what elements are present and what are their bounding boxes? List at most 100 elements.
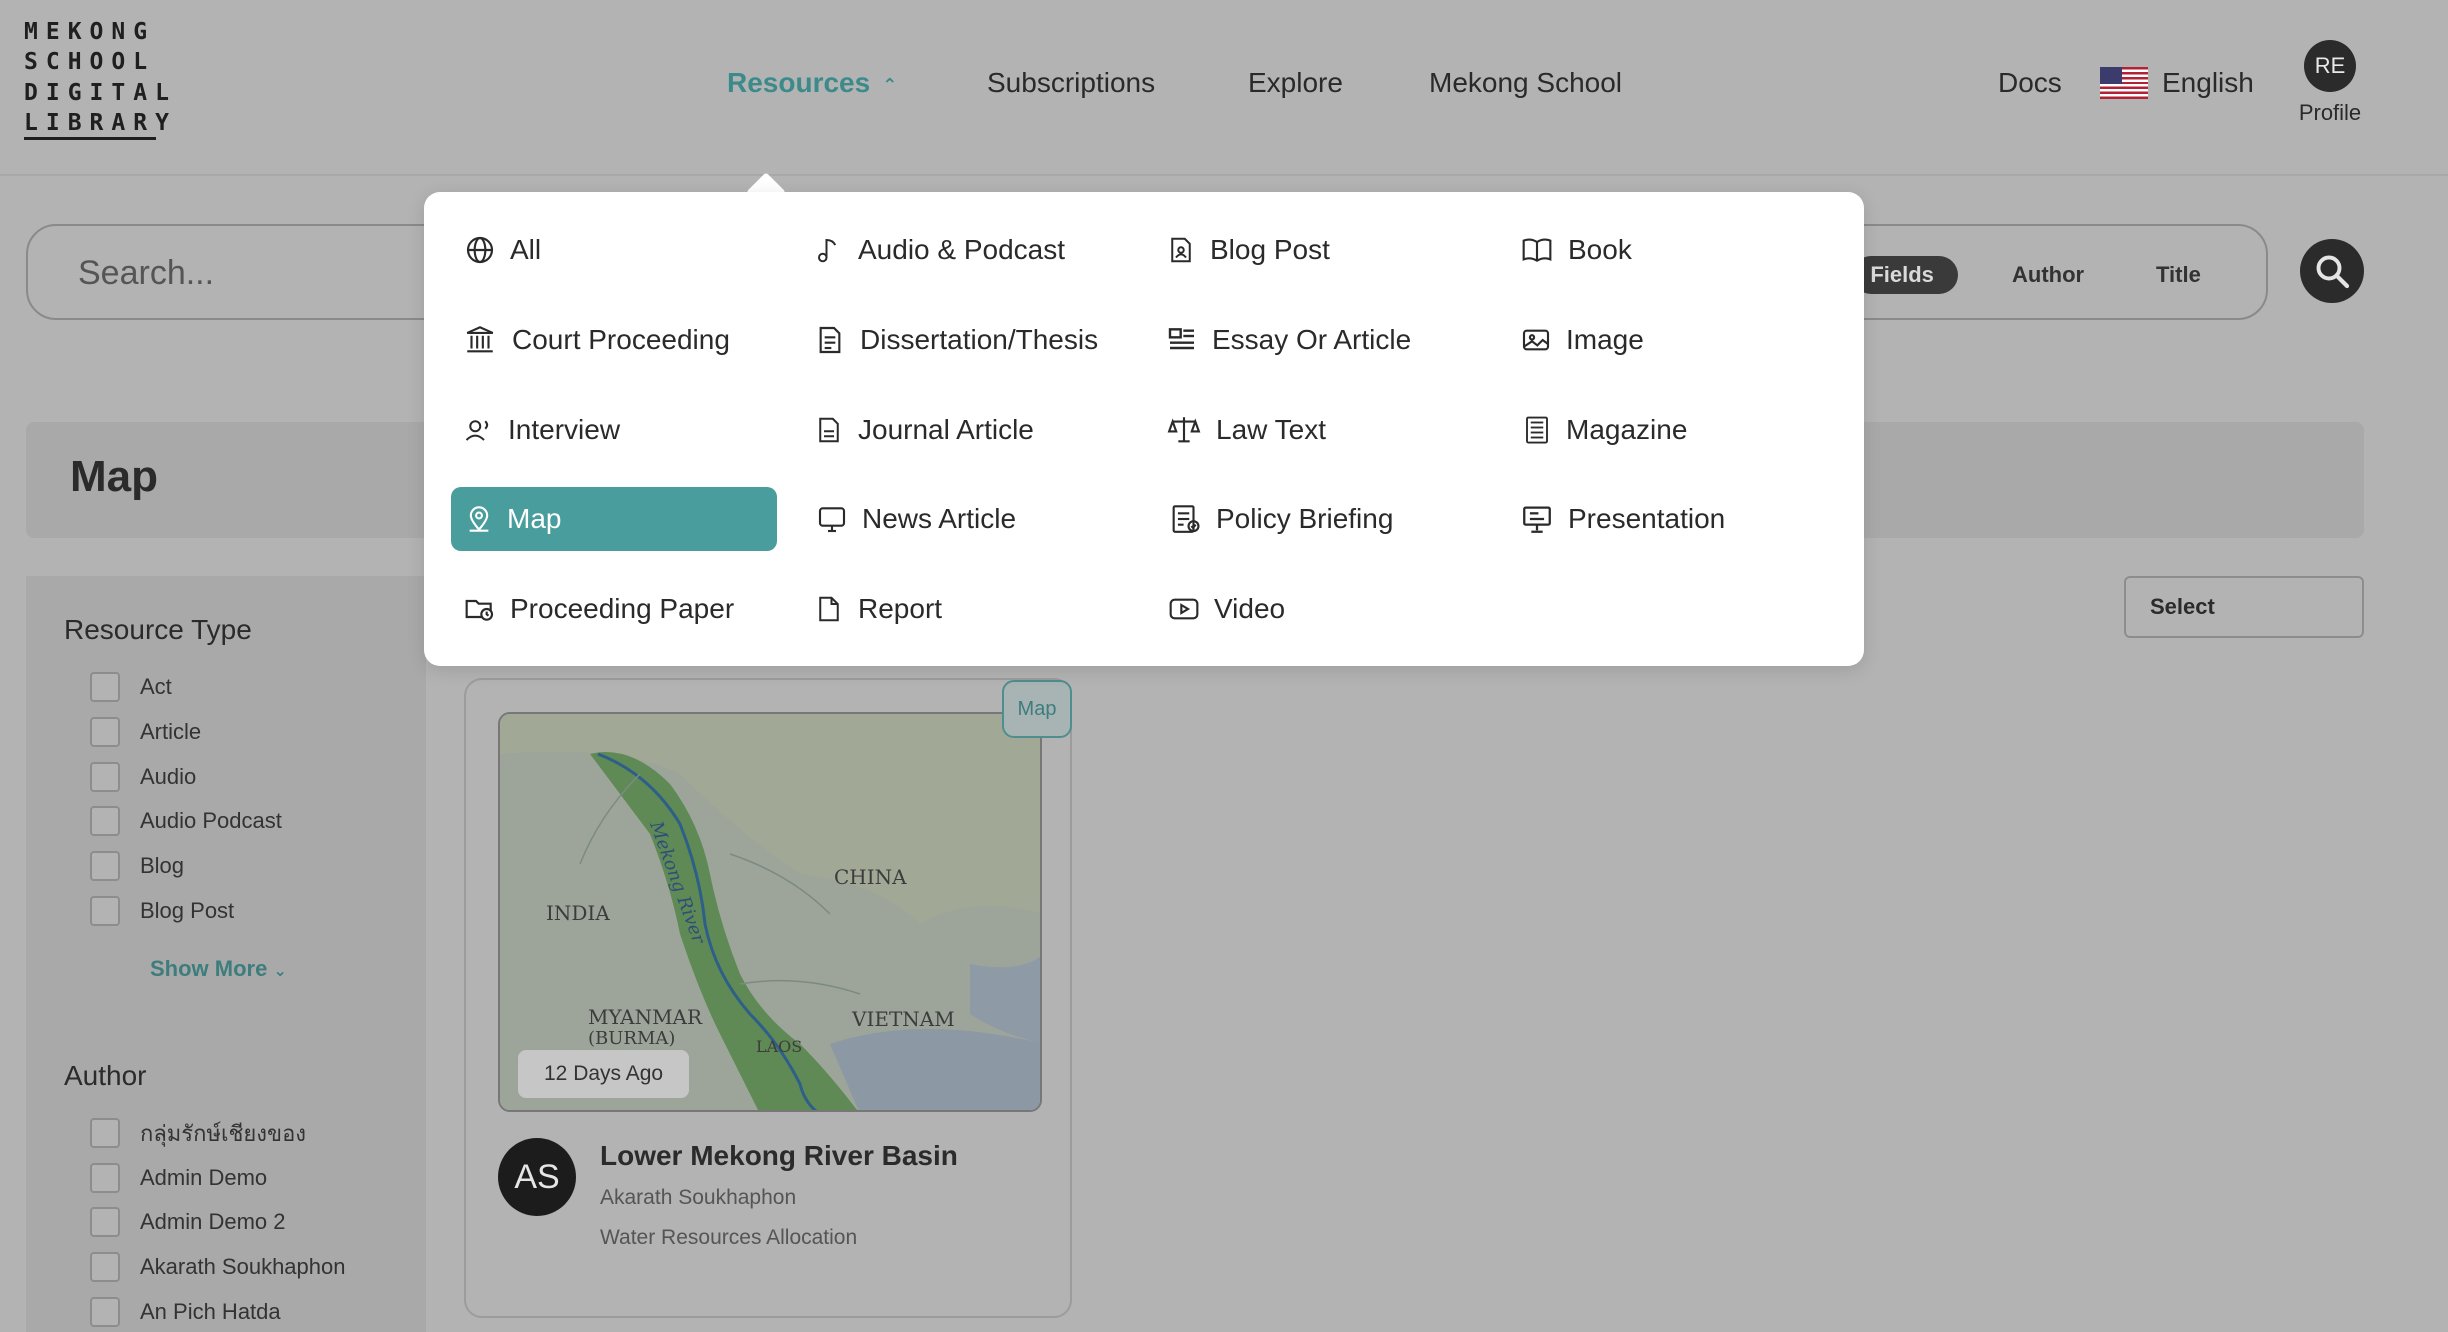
checkbox[interactable]	[90, 1207, 120, 1237]
map-thumbnail[interactable]: Mekong River CHINA INDIA MYANMAR (BURMA)…	[498, 712, 1042, 1112]
filter-author-item[interactable]: กลุ่มรักษ์เชียงของ	[90, 1118, 306, 1148]
filter-resource-type-item[interactable]: Audio	[90, 762, 196, 792]
filter-resource-type-item[interactable]: Act	[90, 672, 172, 702]
checkbox[interactable]	[90, 896, 120, 926]
resource-card[interactable]: Mekong River CHINA INDIA MYANMAR (BURMA)…	[464, 678, 1072, 1318]
profile-menu[interactable]: RE Profile	[2292, 40, 2368, 126]
language-selector[interactable]: English	[2100, 62, 2254, 104]
filter-label: Admin Demo 2	[140, 1209, 286, 1234]
menu-item-map[interactable]: Map	[451, 487, 777, 551]
sort-select[interactable]: Select	[2124, 576, 2364, 638]
date-badge: 12 Days Ago	[518, 1050, 690, 1098]
menu-item-essay-or-article[interactable]: Essay Or Article	[1166, 308, 1411, 372]
show-more-button[interactable]: Show More ⌄	[150, 956, 287, 982]
search-field-title[interactable]: Title	[2156, 256, 2201, 294]
filter-author-item[interactable]: Admin Demo 2	[90, 1207, 286, 1237]
menu-item-label: Essay Or Article	[1212, 324, 1412, 355]
image-icon	[1522, 329, 1550, 351]
filter-label: Admin Demo	[140, 1165, 268, 1190]
menu-item-journal-article[interactable]: Journal Article	[814, 398, 1034, 462]
checkbox[interactable]	[90, 672, 120, 702]
nav-docs[interactable]: Docs	[1998, 62, 2062, 104]
document-person-icon	[1171, 237, 1191, 263]
chevron-up-icon: ⌃	[882, 74, 898, 95]
checkbox[interactable]	[90, 717, 120, 747]
checkbox[interactable]	[90, 1163, 120, 1193]
nav-resources[interactable]: Resources ⌃	[727, 62, 897, 106]
menu-item-image[interactable]: Image	[1520, 308, 1644, 372]
top-header: MEKONG SCHOOL DIGITAL LIBRARY Resources ⌃…	[0, 0, 2448, 176]
menu-item-presentation[interactable]: Presentation	[1520, 487, 1725, 551]
logo-line-4: LIBRARY	[24, 109, 169, 140]
menu-item-magazine[interactable]: Magazine	[1522, 398, 1687, 462]
interview-icon	[465, 420, 489, 441]
menu-item-label: Dissertation/Thesis	[860, 324, 1099, 355]
menu-item-book[interactable]: Book	[1520, 218, 1632, 282]
menu-item-label: Policy Briefing	[1216, 503, 1394, 534]
checkbox[interactable]	[90, 1297, 120, 1327]
menu-item-label: Court Proceeding	[512, 324, 730, 355]
search-field-author[interactable]: Author	[2012, 256, 2084, 294]
scales-icon	[1167, 417, 1201, 443]
menu-item-audio-podcast[interactable]: Audio & Podcast	[814, 218, 1065, 282]
menu-item-label: Image	[1566, 324, 1644, 355]
menu-item-law-text[interactable]: Law Text	[1166, 398, 1326, 462]
menu-item-blog-post[interactable]: Blog Post	[1166, 218, 1330, 282]
menu-item-court-proceeding[interactable]: Court Proceeding	[462, 308, 730, 372]
checkbox[interactable]	[90, 1252, 120, 1282]
us-flag-icon	[2100, 67, 2148, 99]
menu-item-dissertation-thesis[interactable]: Dissertation/Thesis	[814, 308, 1098, 372]
search-button[interactable]	[2300, 239, 2364, 303]
filter-resource-type-item[interactable]: Audio Podcast	[90, 806, 282, 836]
menu-item-label: Law Text	[1216, 414, 1326, 445]
filter-label: กลุ่มรักษ์เชียงของ	[140, 1120, 307, 1146]
site-logo[interactable]: MEKONG SCHOOL DIGITAL LIBRARY	[24, 18, 177, 140]
courthouse-icon	[466, 326, 494, 353]
menu-item-label: Blog Post	[1210, 234, 1330, 265]
search-icon	[2316, 255, 2350, 289]
menu-item-label: Proceeding Paper	[510, 593, 735, 624]
show-more-label: Show More	[150, 956, 268, 981]
menu-item-report[interactable]: Report	[814, 577, 942, 641]
checkbox[interactable]	[90, 762, 120, 792]
video-icon	[1169, 598, 1199, 620]
map-label-india: INDIA	[546, 901, 610, 925]
menu-item-label: Interview	[508, 414, 621, 445]
filter-resource-type-item[interactable]: Blog	[90, 851, 184, 881]
checkbox[interactable]	[90, 1118, 120, 1148]
menu-item-policy-briefing[interactable]: Policy Briefing	[1168, 487, 1393, 551]
thesis-icon	[819, 326, 841, 354]
filter-label: Audio	[140, 764, 197, 789]
nav-subscriptions[interactable]: Subscriptions	[987, 62, 1155, 104]
file-icon	[819, 596, 839, 622]
filter-author-item[interactable]: Admin Demo	[90, 1163, 267, 1193]
logo-line-3: DIGITAL	[24, 79, 177, 106]
filter-author-item[interactable]: Akarath Soukhaphon	[90, 1252, 346, 1282]
menu-item-label: Magazine	[1566, 414, 1688, 445]
checkbox[interactable]	[90, 851, 120, 881]
checkbox[interactable]	[90, 806, 120, 836]
nav-mekong-school[interactable]: Mekong School	[1429, 62, 1622, 104]
filter-author-item[interactable]: An Pich Hatda	[90, 1297, 281, 1327]
monitor-icon	[818, 507, 846, 533]
search-field-all-fields[interactable]: ll Fields	[1852, 256, 1958, 294]
filter-label: Act	[140, 674, 172, 699]
map-label-laos: LAOS	[756, 1037, 802, 1056]
logo-line-1: MEKONG	[24, 19, 156, 45]
card-title[interactable]: Lower Mekong River Basin	[600, 1140, 958, 1172]
filter-resource-type-item[interactable]: Article	[90, 717, 201, 747]
menu-item-news-article[interactable]: News Article	[816, 487, 1016, 551]
menu-item-all[interactable]: All	[464, 218, 541, 282]
filter-resource-type-item[interactable]: Blog Post	[90, 896, 234, 926]
nav-explore[interactable]: Explore	[1248, 62, 1343, 104]
search-input[interactable]	[78, 248, 438, 298]
menu-item-interview[interactable]: Interview	[464, 398, 620, 462]
menu-item-label: All	[510, 234, 542, 265]
resource-type-heading: Resource Type	[64, 614, 252, 645]
journal-icon	[819, 417, 839, 443]
menu-item-proceeding-paper[interactable]: Proceeding Paper	[464, 577, 734, 641]
map-label-vietnam: VIETNAM	[851, 1007, 955, 1031]
menu-item-video[interactable]: Video	[1168, 577, 1285, 641]
presentation-icon	[1523, 506, 1551, 533]
filter-label: Blog	[140, 853, 185, 878]
